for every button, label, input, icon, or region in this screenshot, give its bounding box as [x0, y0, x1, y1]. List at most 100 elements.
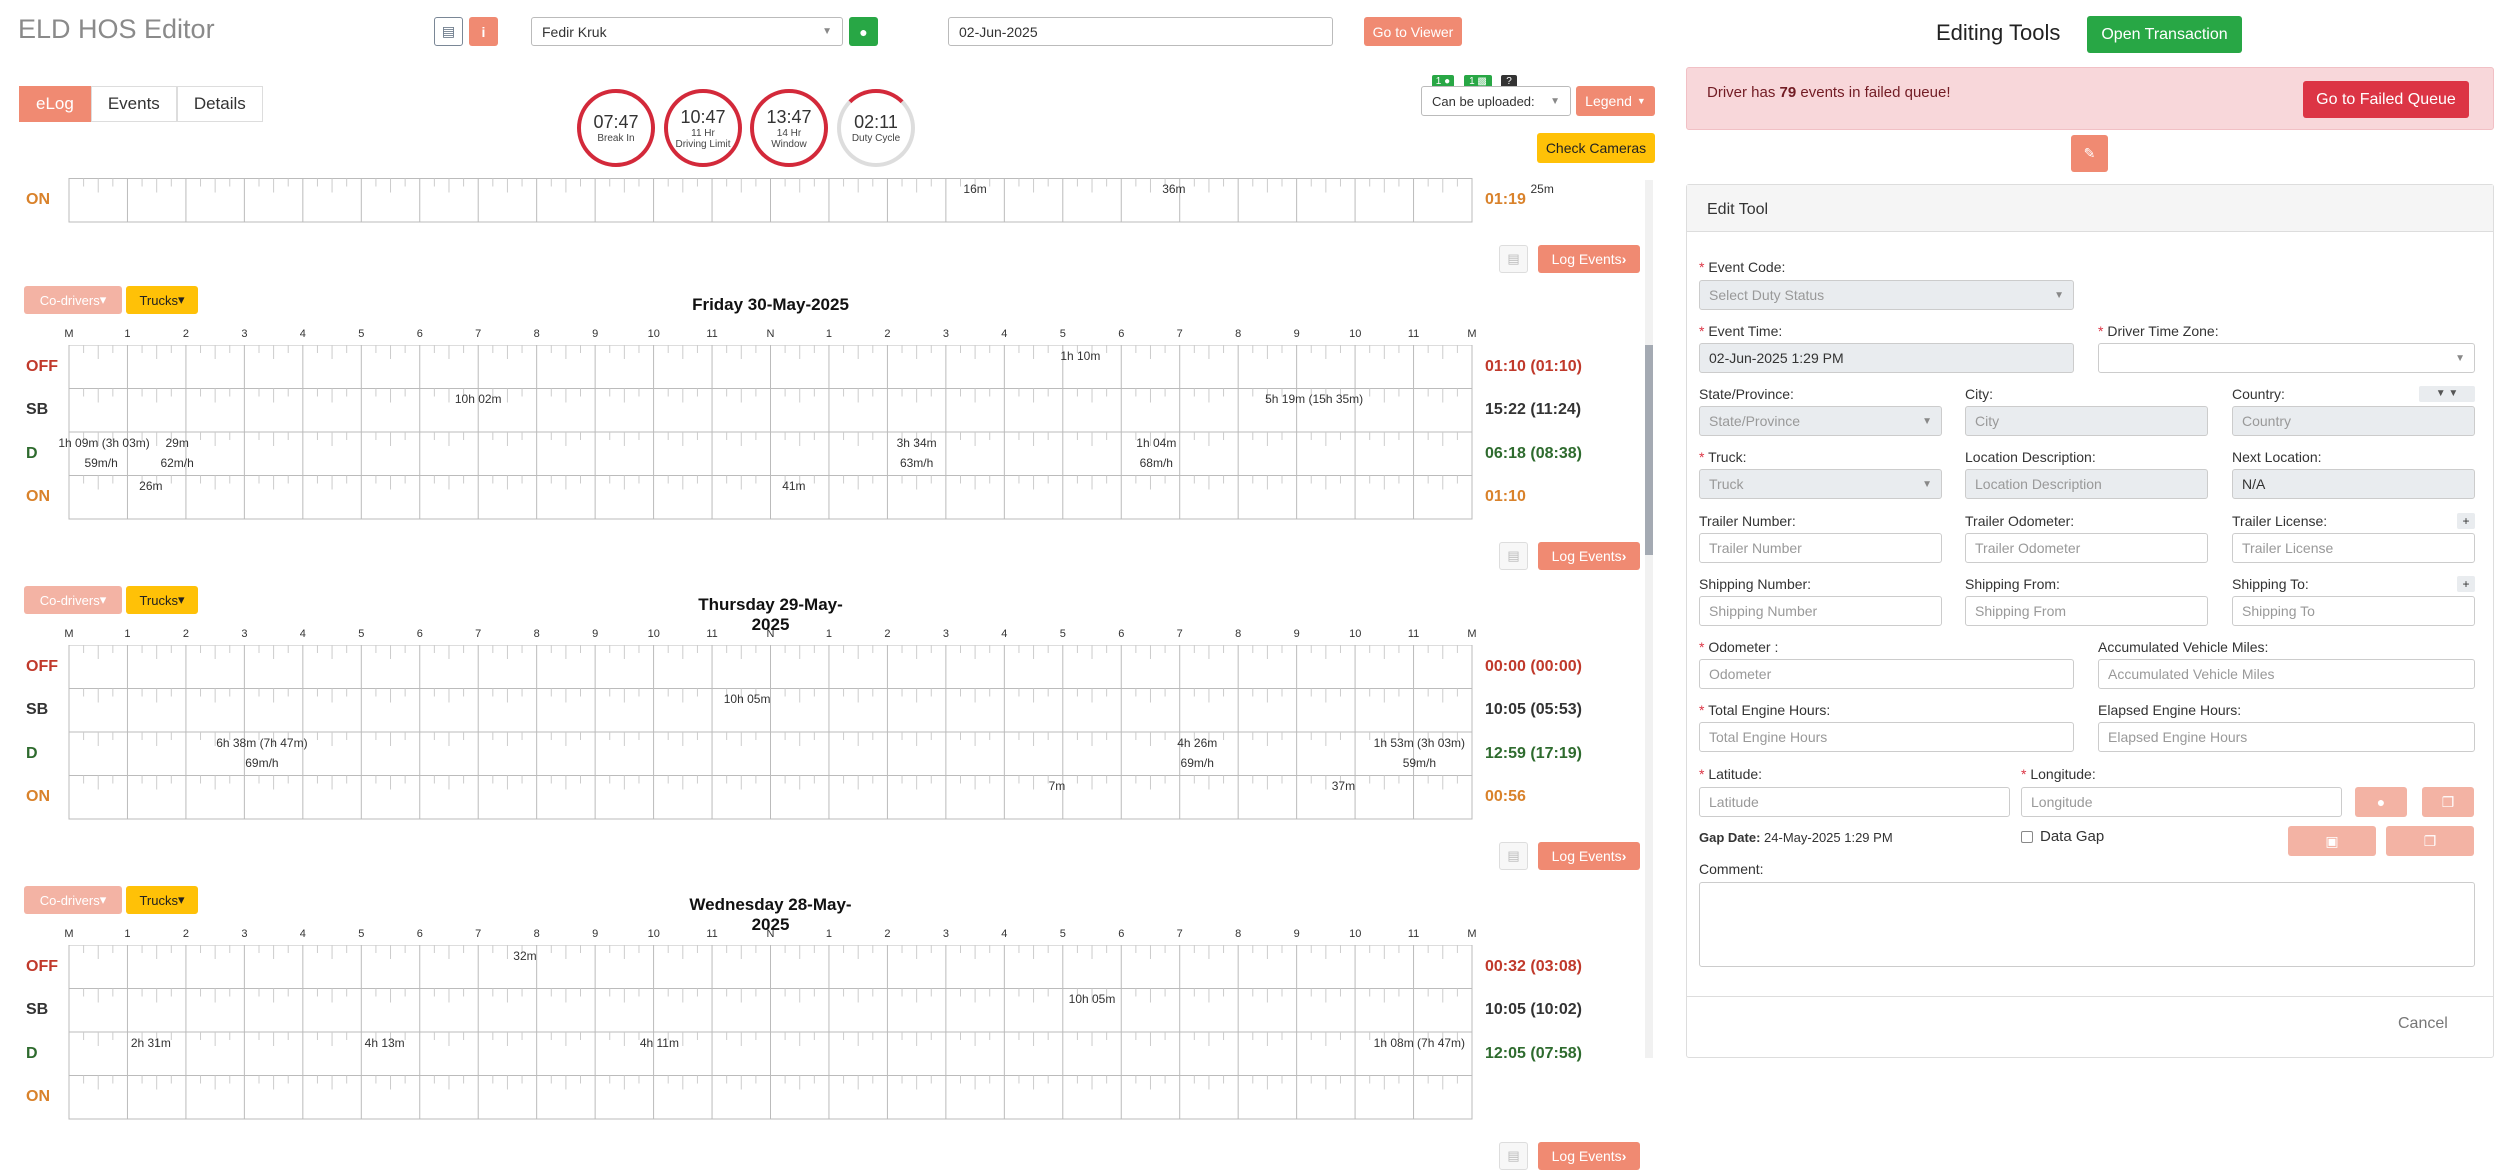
day-grid-1[interactable] [68, 345, 1473, 549]
next-location-input[interactable]: N/A [2232, 469, 2475, 499]
cancel-button[interactable]: Cancel [2398, 1015, 2448, 1033]
latitude-label: * Latitude: [1699, 766, 1763, 782]
trucks-button[interactable]: Trucks ▾ [126, 886, 198, 914]
trucks-button[interactable]: Trucks ▾ [126, 286, 198, 314]
truck-label-text: Truck: [1708, 449, 1747, 465]
clipboard-icon: ❐ [2423, 832, 2437, 849]
odometer-input[interactable]: Odometer [1699, 659, 2074, 689]
row-label-sb: SB [26, 401, 49, 419]
go-to-failed-queue-button[interactable]: Go to Failed Queue [2303, 81, 2469, 118]
legend-button[interactable]: Legend ▼ [1576, 86, 1655, 116]
segment-label: 7m [1048, 779, 1066, 794]
location-description-input[interactable]: Location Description [1965, 469, 2208, 499]
trailer-number-placeholder: Trailer Number [1709, 540, 1802, 556]
latitude-placeholder: Latitude [1709, 794, 1759, 810]
trailer-odometer-input[interactable]: Trailer Odometer [1965, 533, 2208, 563]
shipping-number-input[interactable]: Shipping Number [1699, 596, 1942, 626]
trailer-license-input[interactable]: Trailer License [2232, 533, 2475, 563]
hour-label: 9 [1293, 628, 1300, 640]
comment-icon[interactable]: ▤ [1499, 1142, 1528, 1170]
co-drivers-button[interactable]: Co-drivers ▾ [24, 586, 122, 614]
comment-icon[interactable]: ▤ [1499, 842, 1528, 870]
failed-pre-text: Driver has [1707, 84, 1780, 101]
open-transaction-button[interactable]: Open Transaction [2087, 16, 2242, 53]
info-button[interactable]: i [469, 17, 498, 46]
comment-icon[interactable]: ▤ [1499, 542, 1528, 570]
row-total-sb: 10:05 (10:02) [1485, 1001, 1582, 1019]
co-drivers-button[interactable]: Co-drivers ▾ [24, 286, 122, 314]
trailer-odometer-label: Trailer Odometer: [1965, 513, 2075, 529]
log-events-button[interactable]: Log Events › [1538, 842, 1640, 870]
chevron-right-icon: › [1621, 848, 1627, 864]
accumulated-miles-input[interactable]: Accumulated Vehicle Miles [2098, 659, 2475, 689]
hour-label: 1 [825, 328, 833, 340]
shipping-to-input[interactable]: Shipping To [2232, 596, 2475, 626]
hour-label: 7 [475, 328, 482, 340]
paste-button[interactable]: ❐ [2386, 826, 2474, 856]
add-trailer-button[interactable]: + [2457, 513, 2475, 529]
log-events-button[interactable]: Log Events › [1538, 1142, 1640, 1170]
elapsed-hours-label: Elapsed Engine Hours: [2098, 702, 2242, 718]
hour-label: 6 [416, 628, 423, 640]
driver-select[interactable]: Fedir Kruk ▼ [531, 17, 843, 46]
hour-label: 4 [299, 328, 306, 340]
segment-label: 59m/h [1402, 755, 1437, 770]
segment-label: 69m/h [1180, 755, 1214, 770]
elapsed-hours-input[interactable]: Elapsed Engine Hours [2098, 722, 2475, 752]
failed-post-text: events in failed queue! [1796, 84, 1951, 101]
hour-label: 6 [1118, 928, 1125, 940]
document-button[interactable]: ▤ [434, 17, 463, 46]
location-toggle[interactable]: ▼ ▼ [2419, 386, 2475, 402]
truck-select[interactable]: Truck ▼ [1699, 469, 1942, 499]
data-gap-checkbox[interactable] [2021, 831, 2033, 843]
comment-textarea[interactable] [1699, 882, 2475, 967]
day-grid-3[interactable] [68, 945, 1473, 1149]
row-total-on: 00:56 [1485, 788, 1526, 806]
tz-select[interactable]: ▼ [2098, 343, 2475, 373]
country-label: Country: [2232, 386, 2285, 402]
day-grid-0[interactable] [68, 48, 1473, 252]
city-input[interactable]: City [1965, 406, 2208, 436]
country-input[interactable]: Country [2232, 406, 2475, 436]
segment-label: 4h 11m [639, 1035, 679, 1050]
log-events-button[interactable]: Log Events › [1538, 542, 1640, 570]
add-shipping-button[interactable]: + [2457, 576, 2475, 592]
chevron-right-icon: › [1621, 1148, 1627, 1164]
trailer-number-input[interactable]: Trailer Number [1699, 533, 1942, 563]
scrollbar-track[interactable] [1645, 180, 1653, 1058]
camera-snapshot-button[interactable]: ▣ [2288, 826, 2376, 856]
segment-label: 5h 19m (15h 35m) [1265, 392, 1364, 407]
co-drivers-button[interactable]: Co-drivers ▾ [24, 886, 122, 914]
pick-location-button[interactable]: ● [2355, 787, 2407, 817]
hour-label: 4 [1001, 328, 1008, 340]
event-time-label: * Event Time: [1699, 323, 1783, 339]
hour-label: 10 [647, 928, 660, 940]
driver-profile-button[interactable]: ● [849, 17, 878, 46]
check-cameras-button[interactable]: Check Cameras [1537, 133, 1655, 163]
trailer-number-label: Trailer Number: [1699, 513, 1796, 529]
hour-label: 7 [475, 628, 482, 640]
row-label-off: OFF [26, 357, 58, 375]
scrollbar-thumb[interactable] [1645, 345, 1653, 555]
copy-coordinates-button[interactable]: ❐ [2422, 787, 2474, 817]
segment-label: 41m [782, 479, 806, 494]
longitude-input[interactable]: Longitude [2021, 787, 2342, 817]
go-to-viewer-button[interactable]: Go to Viewer [1364, 17, 1462, 46]
trucks-button[interactable]: Trucks ▾ [126, 586, 198, 614]
row-total-sb: 10:05 (05:53) [1485, 701, 1582, 719]
hour-label: 5 [358, 628, 365, 640]
edit-button[interactable]: ✎ [2071, 135, 2108, 172]
shipping-from-input[interactable]: Shipping From [1965, 596, 2208, 626]
engine-hours-label: * Total Engine Hours: [1699, 702, 1831, 718]
comment-icon[interactable]: ▤ [1499, 244, 1528, 273]
log-events-label: Log Events [1551, 1148, 1622, 1164]
event-time-input[interactable]: 02-Jun-2025 1:29 PM [1699, 343, 2074, 373]
log-events-button[interactable]: Log Events › [1538, 244, 1640, 273]
segment-label: 4h 13m [364, 1035, 405, 1050]
engine-hours-input[interactable]: Total Engine Hours [1699, 722, 2074, 752]
state-select[interactable]: State/Province ▼ [1699, 406, 1942, 436]
info-icon: i [481, 23, 486, 40]
latitude-input[interactable]: Latitude [1699, 787, 2010, 817]
date-input[interactable]: 02-Jun-2025 [948, 17, 1333, 46]
event-code-select[interactable]: Select Duty Status ▼ [1699, 280, 2074, 310]
